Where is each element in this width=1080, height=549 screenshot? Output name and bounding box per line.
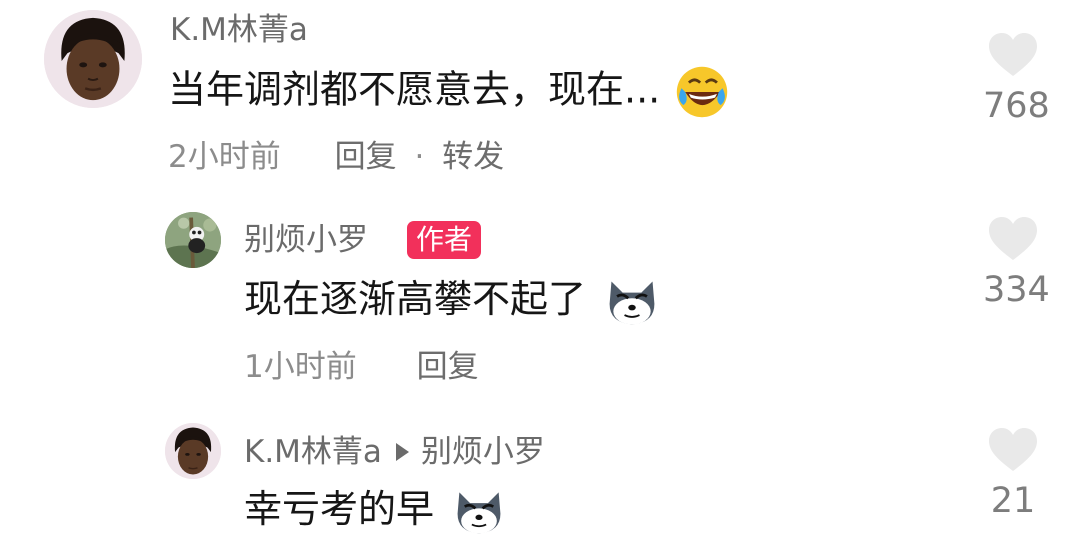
forward-button[interactable]: 转发 xyxy=(442,139,504,175)
doge-emoji-icon xyxy=(604,275,660,329)
like-count: 334 xyxy=(983,270,1050,310)
like-group: 21 xyxy=(983,427,1043,521)
comment-text-content: 幸亏考的早 xyxy=(244,487,435,531)
reply-author[interactable]: 别烦小罗 xyxy=(244,220,368,260)
comment-time: 2小时前 xyxy=(168,139,281,175)
comment-time: 1小时前 xyxy=(244,349,357,385)
reply-author: K.M林菁a 别烦小罗 xyxy=(244,432,545,472)
separator-dot: · xyxy=(414,139,425,175)
reply-author-name[interactable]: 别烦小罗 xyxy=(244,222,368,258)
reply-arrow-icon xyxy=(395,442,409,461)
comment-text-content: 现在逐渐高攀不起了 xyxy=(244,277,587,321)
like-count: 768 xyxy=(983,86,1050,126)
reply-button[interactable]: 回复 xyxy=(417,349,479,385)
comment-meta: 1小时前 回复 xyxy=(244,347,479,387)
author-badge: 作者 xyxy=(407,221,482,259)
comment-text: 现在逐渐高攀不起了 xyxy=(244,274,660,329)
like-group: 768 xyxy=(983,32,1050,126)
reply-button[interactable]: 回复 xyxy=(335,139,397,175)
reply-author-name[interactable]: K.M林菁a xyxy=(244,434,382,470)
comment-text: 幸亏考的早 xyxy=(244,484,506,537)
comment-text-content: 当年调剂都不愿意去，现在... xyxy=(168,67,661,112)
heart-icon[interactable] xyxy=(987,216,1039,262)
avatar[interactable] xyxy=(165,423,221,479)
avatar[interactable] xyxy=(44,10,142,108)
doge-emoji-icon xyxy=(452,487,506,537)
reply-to-name[interactable]: 别烦小罗 xyxy=(421,434,545,470)
like-count: 21 xyxy=(990,481,1036,521)
rolling-laughing-emoji-icon xyxy=(674,64,730,120)
heart-icon[interactable] xyxy=(987,32,1039,78)
heart-icon[interactable] xyxy=(987,427,1039,473)
like-group: 334 xyxy=(983,216,1050,310)
comment-text: 当年调剂都不愿意去，现在... xyxy=(168,64,730,120)
avatar[interactable] xyxy=(165,212,221,268)
comment-author[interactable]: K.M林菁a xyxy=(170,10,308,50)
comment-meta: 2小时前 回复 · 转发 xyxy=(168,137,504,177)
